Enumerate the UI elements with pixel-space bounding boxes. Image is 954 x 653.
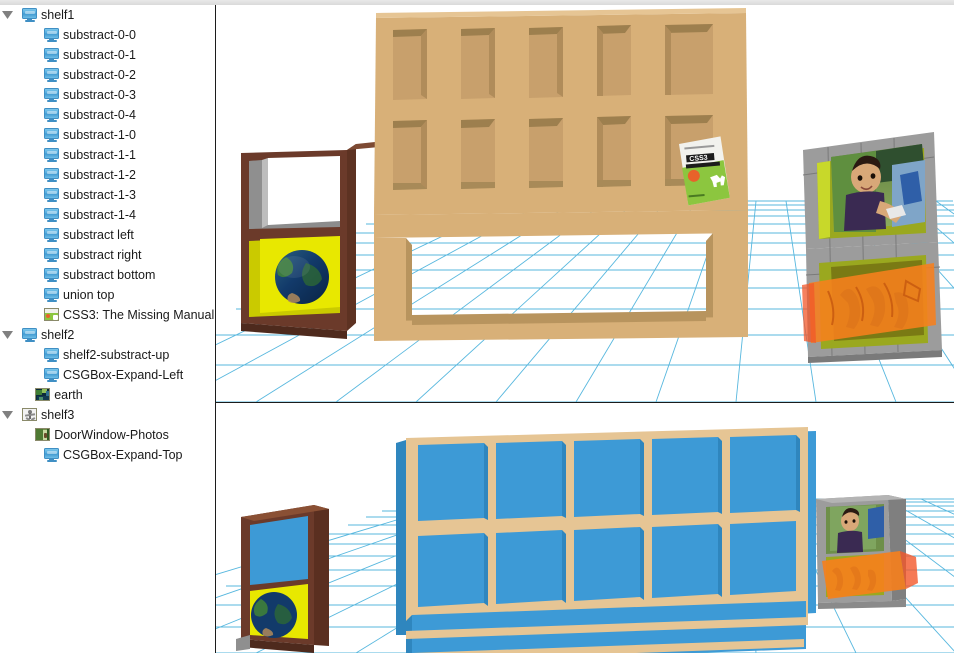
viewport-area: CSS3 bbox=[215, 5, 954, 653]
tree-item-label: substract right bbox=[63, 248, 142, 262]
scene-tree-panel[interactable]: shelf1 substract-0-0 substract-0-1 substrac… bbox=[0, 5, 215, 653]
tree-item-csgbox-expand-left[interactable]: CSGBox-Expand-Left bbox=[0, 365, 215, 385]
tree-item-label: substract bottom bbox=[63, 268, 156, 282]
tree-item-substract-0-4[interactable]: substract-0-4 bbox=[0, 105, 215, 125]
secondary-viewport[interactable] bbox=[216, 403, 954, 653]
tree-item-earth[interactable]: earth bbox=[0, 385, 215, 405]
tree-item-label: union top bbox=[63, 288, 115, 302]
tree-item-label: CSGBox-Expand-Top bbox=[63, 448, 183, 462]
tree-item-label: shelf2-substract-up bbox=[63, 348, 170, 362]
shelf2-object-b bbox=[236, 505, 329, 653]
tree-item-label: substract-0-3 bbox=[63, 88, 136, 102]
tree-item-label: shelf1 bbox=[41, 8, 75, 22]
tree-item-label: substract left bbox=[63, 228, 134, 242]
tree-item-substract-1-1[interactable]: substract-1-1 bbox=[0, 145, 215, 165]
tree-item-label: substract-1-3 bbox=[63, 188, 136, 202]
disclosure-triangle-icon[interactable] bbox=[2, 325, 13, 345]
earth-thumbnail-icon bbox=[35, 388, 51, 401]
child-photo-top bbox=[831, 144, 925, 232]
tree-item-label: substract-1-2 bbox=[63, 168, 136, 182]
tree-item-substract-0-2[interactable]: substract-0-2 bbox=[0, 65, 215, 85]
shelf3-object bbox=[802, 132, 942, 363]
perspective-render: CSS3 bbox=[216, 5, 954, 402]
shelf1-object-b bbox=[396, 427, 816, 653]
tree-item-shelf2[interactable]: shelf2 bbox=[0, 325, 215, 345]
tree-item-label: shelf3 bbox=[41, 408, 75, 422]
tree-item-label: substract-1-1 bbox=[63, 148, 136, 162]
tree-item-substract-left[interactable]: substract left bbox=[0, 225, 215, 245]
tree-item-label: CSGBox-Expand-Left bbox=[63, 368, 184, 382]
disclosure-triangle-icon[interactable] bbox=[2, 5, 13, 25]
tree-item-doorwindow-photos[interactable]: DoorWindow-Photos bbox=[0, 425, 215, 445]
doorwindow-thumbnail-icon bbox=[35, 428, 51, 441]
tree-item-union-top[interactable]: union top bbox=[0, 285, 215, 305]
tree-item-shelf2-substract-up[interactable]: shelf2-substract-up bbox=[0, 345, 215, 365]
secondary-render bbox=[216, 403, 954, 653]
css3-thumbnail-icon bbox=[44, 308, 59, 321]
perspective-viewport[interactable]: CSS3 bbox=[216, 5, 954, 402]
disclosure-triangle-icon[interactable] bbox=[2, 405, 13, 425]
shelf1-object: CSS3 bbox=[374, 8, 748, 341]
tree-item-label: substract-0-2 bbox=[63, 68, 136, 82]
tree-item-substract-0-3[interactable]: substract-0-3 bbox=[0, 85, 215, 105]
tree-item-label: substract-1-4 bbox=[63, 208, 136, 222]
tree-item-substract-1-0[interactable]: substract-1-0 bbox=[0, 125, 215, 145]
shelf3-thumbnail-icon bbox=[22, 408, 37, 421]
tree-item-substract-right[interactable]: substract right bbox=[0, 245, 215, 265]
tree-item-substract-1-4[interactable]: substract-1-4 bbox=[0, 205, 215, 225]
tree-item-label: substract-0-0 bbox=[63, 28, 136, 42]
tree-item-label: substract-0-1 bbox=[63, 48, 136, 62]
tree-item-label: substract-1-0 bbox=[63, 128, 136, 142]
tree-item-label: substract-0-4 bbox=[63, 108, 136, 122]
tree-item-substract-0-1[interactable]: substract-0-1 bbox=[0, 45, 215, 65]
tree-item-label: DoorWindow-Photos bbox=[54, 428, 169, 442]
tree-item-label: earth bbox=[54, 388, 83, 402]
tree-item-css3-the-missing-manual[interactable]: CSS3: The Missing Manual bbox=[0, 305, 215, 325]
tree-item-substract-bottom[interactable]: substract bottom bbox=[0, 265, 215, 285]
tree-item-shelf1[interactable]: shelf1 bbox=[0, 5, 215, 25]
tree-item-label: shelf2 bbox=[41, 328, 75, 342]
application-window: shelf1 substract-0-0 substract-0-1 substrac… bbox=[0, 0, 954, 653]
tree-item-substract-0-0[interactable]: substract-0-0 bbox=[0, 25, 215, 45]
tree-item-shelf3[interactable]: shelf3 bbox=[0, 405, 215, 425]
tree-item-csgbox-expand-top[interactable]: CSGBox-Expand-Top bbox=[0, 445, 215, 465]
tree-item-label: CSS3: The Missing Manual bbox=[63, 308, 215, 322]
shelf3-object-b bbox=[816, 495, 918, 609]
tree-item-substract-1-3[interactable]: substract-1-3 bbox=[0, 185, 215, 205]
tree-item-substract-1-2[interactable]: substract-1-2 bbox=[0, 165, 215, 185]
